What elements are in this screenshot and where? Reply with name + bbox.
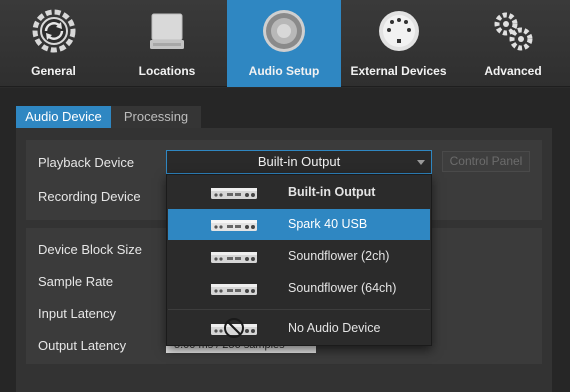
input-latency-label: Input Latency	[38, 306, 117, 321]
audio-interface-icon	[211, 188, 257, 199]
sample-rate-label: Sample Rate	[38, 274, 114, 289]
playback-device-select[interactable]: Built-in Output	[166, 150, 432, 174]
recording-device-label: Recording Device	[38, 189, 141, 204]
toolbar-external-devices-label: External Devices	[350, 64, 447, 78]
sync-icon	[32, 9, 75, 53]
dropdown-option-label: Built-in Output	[288, 185, 376, 199]
toolbar-audio-setup-label: Audio Setup	[248, 64, 320, 78]
preferences-toolbar: General Locations Audio Setup External D…	[0, 0, 570, 87]
chevron-down-icon	[417, 160, 425, 165]
playback-device-label: Playback Device	[38, 155, 135, 170]
dropdown-option-built-in-output[interactable]: Built-in Output	[168, 177, 430, 208]
dropdown-separator	[168, 309, 430, 310]
toolbar-advanced-label: Advanced	[484, 64, 542, 78]
toolbar-general-label: General	[31, 64, 76, 78]
playback-device-value: Built-in Output	[257, 154, 341, 169]
dropdown-option-soundflower-64ch[interactable]: Soundflower (64ch)	[168, 273, 430, 304]
toolbar-locations[interactable]: Locations	[107, 0, 227, 87]
dropdown-option-spark-40-usb[interactable]: Spark 40 USB	[168, 209, 430, 240]
dropdown-option-label: No Audio Device	[288, 321, 381, 335]
drive-icon	[150, 13, 184, 49]
audio-interface-icon	[211, 284, 257, 295]
dropdown-option-label: Soundflower (64ch)	[288, 281, 397, 295]
audio-interface-icon	[211, 252, 257, 263]
dropdown-option-label: Soundflower (2ch)	[288, 249, 390, 263]
dropdown-option-soundflower-2ch[interactable]: Soundflower (2ch)	[168, 241, 430, 272]
gears-icon	[494, 12, 533, 51]
tab-audio-device[interactable]: Audio Device	[16, 106, 111, 128]
playback-device-dropdown: Built-in Output Spark 40 USB Soundflower…	[166, 174, 432, 346]
speaker-icon	[263, 10, 305, 52]
toolbar-advanced[interactable]: Advanced	[456, 0, 570, 87]
dropdown-option-label: Spark 40 USB	[288, 217, 368, 231]
toolbar-external-devices[interactable]: External Devices	[341, 0, 456, 87]
device-block-size-label: Device Block Size	[38, 242, 143, 257]
toolbar-locations-label: Locations	[138, 64, 196, 78]
no-device-icon	[211, 318, 257, 338]
toolbar-general[interactable]: General	[0, 0, 107, 87]
dropdown-option-no-audio-device[interactable]: No Audio Device	[168, 313, 430, 344]
output-latency-label: Output Latency	[38, 338, 127, 353]
tab-processing[interactable]: Processing	[111, 106, 201, 128]
control-panel-button[interactable]: Control Panel	[442, 151, 530, 172]
midi-port-icon	[378, 11, 419, 51]
audio-interface-icon	[211, 220, 257, 231]
toolbar-audio-setup[interactable]: Audio Setup	[227, 0, 341, 87]
